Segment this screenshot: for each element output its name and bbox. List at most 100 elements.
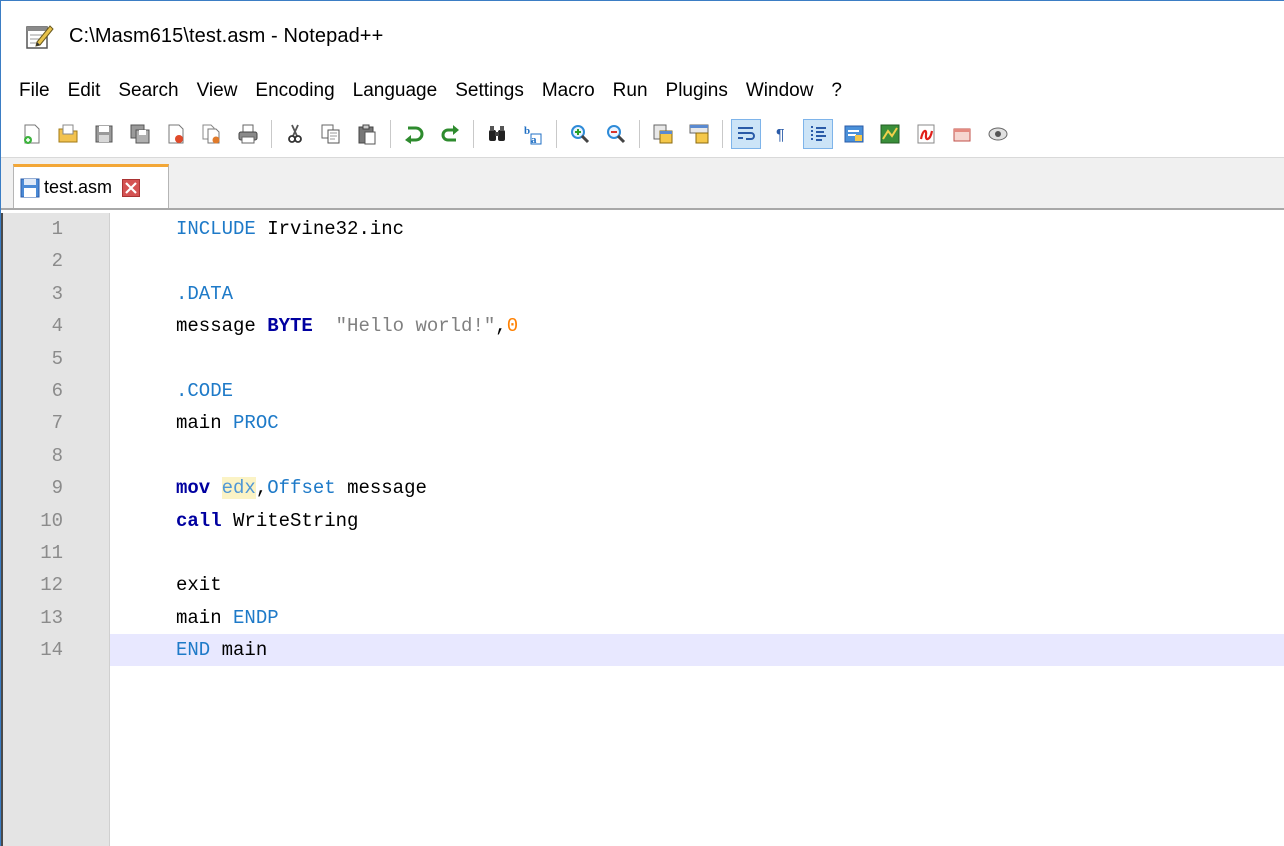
folder-button[interactable] bbox=[947, 119, 977, 149]
code-line[interactable] bbox=[110, 245, 1284, 277]
code-token: INCLUDE bbox=[176, 218, 256, 240]
code-line[interactable]: .CODE bbox=[110, 375, 1284, 407]
code-line[interactable]: message BYTE "Hello world!",0 bbox=[110, 310, 1284, 342]
close-button[interactable] bbox=[161, 119, 191, 149]
redo-button[interactable] bbox=[435, 119, 465, 149]
svg-text:¶: ¶ bbox=[776, 127, 785, 144]
menu-file[interactable]: File bbox=[19, 80, 50, 102]
notepad-app-icon bbox=[26, 25, 54, 49]
title-bar[interactable]: C:\Masm615\test.asm - Notepad++ bbox=[1, 1, 1284, 71]
new-file-icon bbox=[24, 124, 40, 144]
line-number: 6 bbox=[51, 379, 63, 402]
menu-window[interactable]: Window bbox=[746, 80, 814, 102]
function-list-icon bbox=[844, 125, 864, 143]
toolbar-separator bbox=[271, 120, 272, 148]
menu-encoding[interactable]: Encoding bbox=[255, 80, 334, 102]
code-line[interactable]: call WriteString bbox=[110, 505, 1284, 537]
tab-test-asm[interactable]: test.asm bbox=[13, 164, 169, 208]
menu-plugins[interactable]: Plugins bbox=[666, 80, 728, 102]
redo-icon bbox=[441, 125, 459, 142]
code-token: mov bbox=[176, 477, 211, 500]
menu-help[interactable]: ? bbox=[831, 80, 842, 102]
save-all-button[interactable] bbox=[125, 119, 155, 149]
zoom-in-icon bbox=[571, 125, 590, 144]
line-number: 13 bbox=[40, 606, 63, 629]
paste-button[interactable] bbox=[352, 119, 382, 149]
line-number: 7 bbox=[51, 412, 63, 435]
indent-guide-button[interactable] bbox=[803, 119, 833, 149]
open-file-button[interactable] bbox=[53, 119, 83, 149]
menu-search[interactable]: Search bbox=[118, 80, 178, 102]
code-line[interactable] bbox=[110, 343, 1284, 375]
code-token: call bbox=[176, 509, 222, 532]
sync-vertical-button[interactable] bbox=[648, 119, 678, 149]
save-button[interactable] bbox=[89, 119, 119, 149]
print-button[interactable] bbox=[233, 119, 263, 149]
tab-close-icon[interactable] bbox=[122, 178, 141, 197]
window-title: C:\Masm615\test.asm - Notepad++ bbox=[69, 24, 384, 47]
undo-icon bbox=[405, 126, 424, 144]
line-number: 5 bbox=[51, 347, 63, 370]
copy-button[interactable] bbox=[316, 119, 346, 149]
find-button[interactable] bbox=[482, 119, 512, 149]
menu-macro[interactable]: Macro bbox=[542, 80, 595, 102]
tab-bar: test.asm bbox=[1, 158, 1284, 210]
toolbar-separator bbox=[639, 120, 640, 148]
code-line[interactable]: mov edx,Offset message bbox=[110, 472, 1284, 504]
sync-horizontal-icon bbox=[689, 124, 709, 144]
word-wrap-button[interactable] bbox=[731, 119, 761, 149]
eye-button[interactable] bbox=[983, 119, 1013, 149]
eye-icon bbox=[988, 127, 1008, 141]
code-line[interactable] bbox=[110, 440, 1284, 472]
tab-label: test.asm bbox=[44, 177, 113, 197]
code-token: Offset bbox=[267, 477, 336, 500]
sync-horizontal-button[interactable] bbox=[684, 119, 714, 149]
code-token: PROC bbox=[233, 412, 279, 435]
toolbar: ba ¶ bbox=[1, 111, 1284, 158]
code-token: main bbox=[210, 639, 268, 662]
document-map-button[interactable] bbox=[875, 119, 905, 149]
show-all-chars-icon: ¶ bbox=[776, 127, 785, 144]
code-token: BYTE bbox=[267, 315, 313, 338]
code-token: main bbox=[176, 606, 234, 629]
menu-edit[interactable]: Edit bbox=[68, 80, 101, 102]
editor-area: 1 2 3 4 5 6 7 8 9 10 11 12 13 14 INCLUDE Irvine32.inc… bbox=[1, 213, 1284, 846]
code-line[interactable]: INCLUDE Irvine32.inc bbox=[110, 213, 1284, 245]
line-number: 10 bbox=[40, 509, 63, 532]
code-token: "Hello world!" bbox=[335, 315, 496, 338]
code-line[interactable]: main ENDP bbox=[110, 602, 1284, 634]
code-token: 0 bbox=[506, 315, 519, 338]
zoom-out-button[interactable] bbox=[601, 119, 631, 149]
line-number-gutter[interactable]: 1 2 3 4 5 6 7 8 9 10 11 12 13 14 bbox=[3, 213, 110, 846]
monitoring-button[interactable] bbox=[911, 119, 941, 149]
line-number: 1 bbox=[51, 218, 63, 240]
code-line[interactable]: exit bbox=[110, 569, 1284, 601]
replace-button[interactable]: ba bbox=[518, 119, 548, 149]
menu-settings[interactable]: Settings bbox=[455, 80, 524, 102]
line-number: 3 bbox=[51, 282, 63, 305]
function-list-button[interactable] bbox=[839, 119, 869, 149]
code-token: WriteString bbox=[221, 509, 359, 532]
line-number: 12 bbox=[40, 574, 63, 597]
close-all-button[interactable] bbox=[197, 119, 227, 149]
svg-text:a: a bbox=[531, 134, 537, 145]
undo-button[interactable] bbox=[399, 119, 429, 149]
code-line[interactable]: main PROC bbox=[110, 407, 1284, 439]
menu-view[interactable]: View bbox=[197, 80, 238, 102]
cut-button[interactable] bbox=[280, 119, 310, 149]
new-file-button[interactable] bbox=[17, 119, 47, 149]
code-text-area[interactable]: INCLUDE Irvine32.inc .DATA message BYTE "… bbox=[110, 213, 1284, 846]
menu-run[interactable]: Run bbox=[613, 80, 648, 102]
code-token: Irvine32.inc bbox=[255, 218, 405, 240]
document-map-icon bbox=[880, 124, 900, 144]
line-number: 8 bbox=[51, 444, 63, 467]
monitoring-icon bbox=[917, 124, 935, 144]
code-line[interactable] bbox=[110, 537, 1284, 569]
show-all-chars-button[interactable]: ¶ bbox=[767, 119, 797, 149]
line-number: 14 bbox=[3, 634, 109, 667]
code-line-current[interactable]: END main bbox=[110, 634, 1284, 667]
menu-language[interactable]: Language bbox=[353, 80, 438, 102]
line-number: 4 bbox=[51, 315, 63, 338]
zoom-in-button[interactable] bbox=[565, 119, 595, 149]
code-line[interactable]: .DATA bbox=[110, 278, 1284, 310]
